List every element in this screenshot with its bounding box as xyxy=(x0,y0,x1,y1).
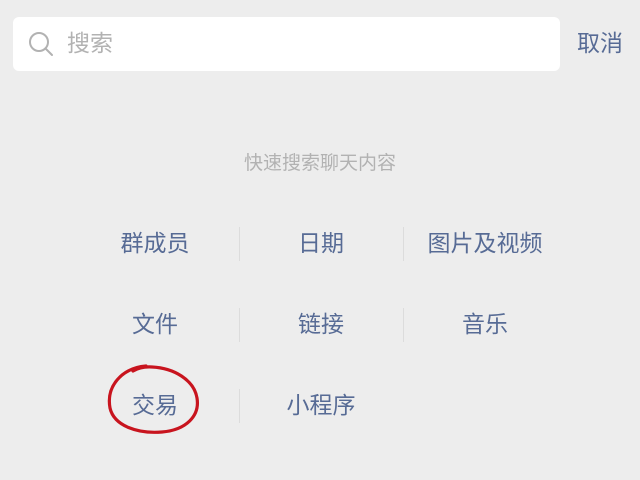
cancel-button[interactable]: 取消 xyxy=(577,27,623,61)
search-box[interactable] xyxy=(13,17,560,71)
search-icon xyxy=(29,32,53,56)
category-group-members[interactable]: 群成员 xyxy=(73,224,237,264)
category-mini-programs[interactable]: 小程序 xyxy=(239,386,403,426)
category-files[interactable]: 文件 xyxy=(73,305,237,345)
category-photos-videos[interactable]: 图片及视频 xyxy=(403,224,567,264)
category-transactions[interactable]: 交易 xyxy=(73,386,237,426)
category-music[interactable]: 音乐 xyxy=(403,305,567,345)
search-input[interactable] xyxy=(67,17,547,71)
search-hint: 快速搜索聊天内容 xyxy=(243,152,396,174)
category-date[interactable]: 日期 xyxy=(239,224,403,264)
category-links[interactable]: 链接 xyxy=(239,305,403,345)
